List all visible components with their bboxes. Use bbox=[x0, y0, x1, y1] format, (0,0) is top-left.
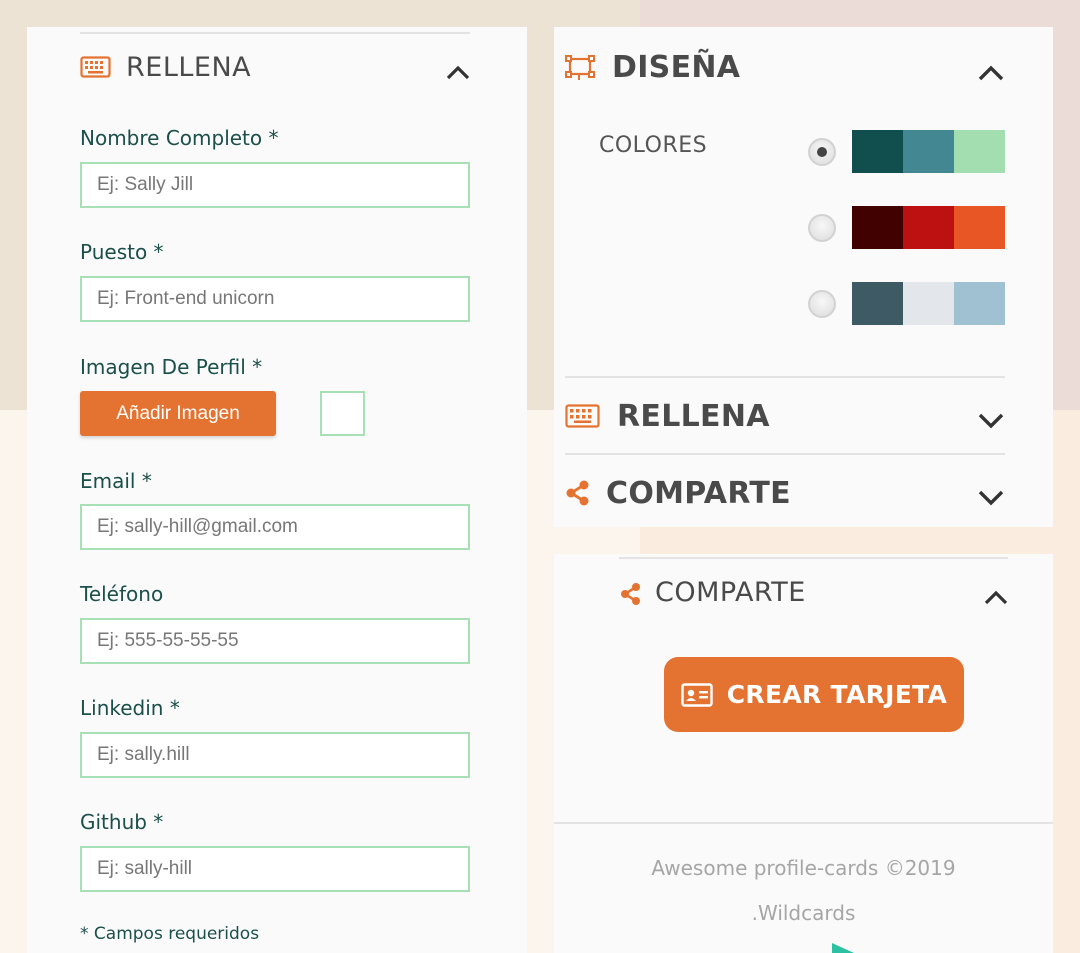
field-label: Puesto * bbox=[80, 240, 164, 264]
full-name-input[interactable] bbox=[80, 162, 470, 208]
field-label: Email * bbox=[80, 469, 152, 493]
palette-swatch bbox=[954, 282, 1005, 325]
section-title: COMPARTE bbox=[655, 577, 806, 608]
palette-swatch bbox=[903, 130, 954, 173]
palette-radio-2[interactable] bbox=[808, 214, 836, 242]
palette-swatch bbox=[852, 206, 903, 249]
section-title: RELLENA bbox=[126, 52, 252, 83]
logo-icon bbox=[832, 943, 854, 953]
share-icon bbox=[621, 583, 640, 605]
field-label: Linkedin * bbox=[80, 696, 180, 720]
github-input[interactable] bbox=[80, 846, 470, 892]
field-label: Imagen De Perfil * bbox=[80, 355, 263, 379]
create-card-button[interactable]: CREAR TARJETA bbox=[664, 657, 964, 732]
footer-copyright: Awesome profile-cards ©2019 bbox=[651, 856, 956, 880]
palette-radio-1[interactable] bbox=[808, 138, 836, 166]
divider bbox=[565, 453, 1005, 455]
palette-swatch bbox=[954, 206, 1005, 249]
profile-image-preview bbox=[320, 391, 365, 436]
section-title: COMPARTE bbox=[606, 476, 791, 511]
divider bbox=[619, 557, 1008, 559]
required-note: * Campos requeridos bbox=[80, 924, 260, 944]
email-input[interactable] bbox=[80, 504, 470, 550]
chevron-down-icon[interactable] bbox=[978, 412, 1004, 429]
chevron-down-icon[interactable] bbox=[978, 489, 1004, 506]
section-title: DISEÑA bbox=[612, 50, 741, 85]
id-card-icon bbox=[681, 682, 713, 707]
chevron-up-icon[interactable] bbox=[978, 65, 1004, 82]
share-panel bbox=[554, 554, 1053, 953]
add-image-button[interactable]: Añadir Imagen bbox=[80, 391, 276, 436]
palette-2[interactable] bbox=[852, 206, 1005, 249]
palette-swatch bbox=[903, 282, 954, 325]
create-card-label: CREAR TARJETA bbox=[726, 680, 948, 709]
share-icon bbox=[566, 480, 589, 506]
palette-swatch bbox=[852, 282, 903, 325]
chevron-up-icon[interactable] bbox=[984, 590, 1008, 606]
palette-radio-3[interactable] bbox=[808, 290, 836, 318]
colors-label: COLORES bbox=[599, 133, 708, 158]
field-label: Github * bbox=[80, 810, 164, 834]
section-title: RELLENA bbox=[617, 399, 770, 434]
field-label: Teléfono bbox=[80, 582, 164, 606]
palette-swatch bbox=[954, 130, 1005, 173]
palette-swatch bbox=[852, 130, 903, 173]
job-title-input[interactable] bbox=[80, 276, 470, 322]
field-label: Nombre Completo * bbox=[80, 126, 279, 150]
divider bbox=[80, 32, 470, 34]
chevron-up-icon[interactable] bbox=[446, 65, 470, 81]
design-icon bbox=[565, 55, 595, 80]
palette-swatch bbox=[903, 206, 954, 249]
keyboard-icon bbox=[80, 56, 111, 78]
phone-input[interactable] bbox=[80, 618, 470, 664]
footer-brand: .Wildcards bbox=[751, 901, 856, 925]
keyboard-icon bbox=[565, 404, 600, 428]
design-panel bbox=[554, 27, 1053, 527]
palette-3[interactable] bbox=[852, 282, 1005, 325]
linkedin-input[interactable] bbox=[80, 732, 470, 778]
footer-divider bbox=[554, 822, 1053, 824]
palette-1[interactable] bbox=[852, 130, 1005, 173]
divider bbox=[565, 376, 1005, 378]
